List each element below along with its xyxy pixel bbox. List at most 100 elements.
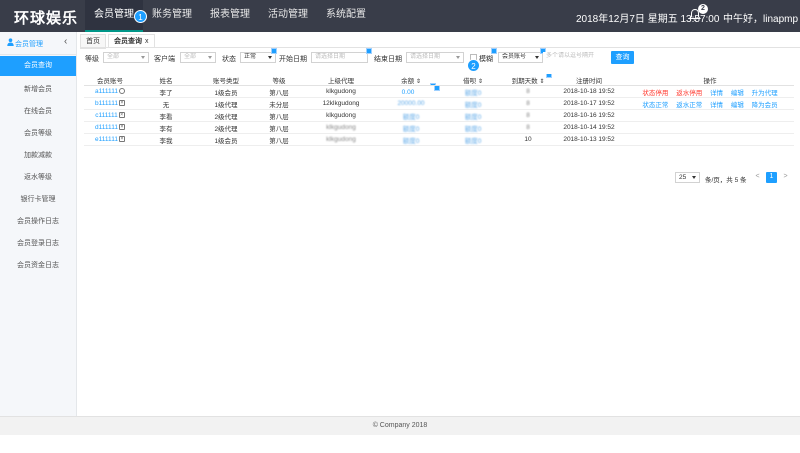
client-select[interactable]: 全部 [180,52,216,63]
page-size-select[interactable]: 25 [675,172,700,183]
top-nav: 会员管理 账务管理 报表管理 活动管理 系统配置 [85,0,375,32]
row-agent: 12klkgudong [302,97,380,110]
account-link[interactable]: e111111 [95,136,118,143]
nav-account-management[interactable]: 账务管理 [143,0,201,32]
row-reg-time: 2018-10-14 19:52 [552,121,626,134]
search-field-select[interactable]: 会员账号 [498,52,543,63]
row-account[interactable]: c111111 × [84,109,136,122]
op-details[interactable]: 详情 [710,102,723,109]
col-account: 会员账号 [84,74,136,86]
row-operations [626,121,794,134]
balance-value[interactable]: 0.00 [402,89,415,96]
row-borrow: 额度0 [442,85,504,98]
nav-activity-management[interactable]: 活动管理 [259,0,317,32]
sidebar-item-online-members[interactable]: 在线会员 [0,102,76,122]
op-demote-member[interactable]: 降为会员 [752,102,778,109]
close-icon[interactable]: x [145,38,149,45]
sidebar-item-add-member[interactable]: 新增会员 [0,80,76,100]
sidebar-item-bank-cards[interactable]: 银行卡管理 [0,190,76,210]
col-days[interactable]: 到期天数 ⇕ [504,74,552,86]
sidebar: 会员管理 ‹ 会员查询 新增会员 在线会员 会员等级 加款减款 返水等级 银行卡… [0,32,77,417]
search-field-value: 会员账号 [502,54,527,60]
row-reg-time: 2018-10-18 19:52 [552,85,626,98]
row-account[interactable]: a111111 [84,85,136,98]
level-select[interactable]: 全部 [103,52,149,63]
row-balance[interactable]: 20000.00 [380,97,442,110]
col-agent: 上级代理 [302,74,380,86]
chevron-down-icon [535,56,539,59]
sort-icon[interactable]: ⇕ [539,79,544,85]
op-disable-status[interactable]: 状态停用 [642,90,668,97]
table-header-row: 会员账号 姓名 账号类型 等级 上级代理 余额 ⇕ 借呗 ⇕ 到期天数 ⇕ 注册… [84,74,794,86]
sort-icon[interactable]: ⇕ [416,79,421,85]
row-name: 李了 [136,85,196,98]
row-name: 李我 [136,133,196,146]
col-balance[interactable]: 余额 ⇕ [380,74,442,86]
row-account[interactable]: d111111 × [84,121,136,134]
tab-member-query[interactable]: 会员查询 x [108,34,155,48]
client-select-value: 全部 [184,54,197,60]
end-date-input[interactable]: 请选择日期 [406,52,464,63]
op-status-normal[interactable]: 状态正常 [642,102,668,109]
row-operations: 状态停用 返水停用 详情 编辑 升为代理 [626,85,794,98]
row-balance[interactable]: 额度0 [380,121,442,134]
annotation-marker-2: 2 [467,59,480,72]
op-details[interactable]: 详情 [710,90,723,97]
tab-member-query-label: 会员查询 [114,38,142,45]
level-select-value: 全部 [107,54,120,60]
sidebar-item-add-deduct[interactable]: 加款减款 [0,146,76,166]
op-rebate-normal[interactable]: 返水正常 [676,102,702,109]
row-agent: klkgudong [302,133,380,146]
bottom-strip [0,435,800,453]
status-select-value: 正常 [244,54,257,60]
sidebar-item-login-log[interactable]: 会员登录日志 [0,234,76,254]
row-account[interactable]: b111111 × [84,97,136,110]
nav-report-management[interactable]: 报表管理 [201,0,259,32]
chevron-down-icon [268,56,272,59]
row-type: 1级会员 [196,85,256,98]
row-days: 8 [504,121,552,134]
annotation-square [271,48,277,54]
account-link[interactable]: c111111 [95,112,118,119]
account-link[interactable]: b111111 [95,100,118,107]
chevron-down-icon [456,56,460,59]
sidebar-item-operation-log[interactable]: 会员操作日志 [0,212,76,232]
next-page-button[interactable]: > [780,172,791,183]
page-1-button[interactable]: 1 [766,172,777,183]
row-days: 8 [504,85,552,98]
col-borrow[interactable]: 借呗 ⇕ [442,74,504,86]
sidebar-item-rebate-levels[interactable]: 返水等级 [0,168,76,188]
row-account[interactable]: e111111 × [84,133,136,146]
status-icon: × [118,136,125,143]
op-disable-rebate[interactable]: 返水停用 [676,90,702,97]
sidebar-item-fund-log[interactable]: 会员资金日志 [0,256,76,276]
annotation-square [366,48,372,54]
row-balance[interactable]: 额度0 [380,133,442,146]
op-edit[interactable]: 编辑 [731,102,744,109]
nav-system-config[interactable]: 系统配置 [317,0,375,32]
row-name: 李有 [136,121,196,134]
copyright-text: © Company 2018 [372,422,428,429]
status-icon: × [118,124,125,131]
sidebar-item-member-query[interactable]: 会员查询 [0,56,76,76]
sort-icon[interactable]: ⇕ [478,79,483,85]
row-type: 2级代理 [196,121,256,134]
op-promote-agent[interactable]: 升为代理 [752,90,778,97]
status-label: 状态 [222,56,236,63]
row-operations [626,109,794,122]
collapse-icon[interactable]: ‹ [64,36,67,47]
tab-divider [80,47,800,48]
row-balance[interactable]: 额度0 [380,109,442,122]
keyword-input[interactable]: 多个请以逗号隔开 [543,52,605,63]
search-button[interactable]: 查询 [611,51,634,64]
user-greeting[interactable]: 中午好，linapmp [723,10,798,25]
start-date-input[interactable]: 请选择日期 [311,52,368,63]
col-reg-time: 注册时间 [552,74,626,86]
end-date-placeholder: 请选择日期 [410,54,441,60]
prev-page-button[interactable]: < [752,172,763,183]
account-link[interactable]: d111111 [95,124,118,131]
start-date-label: 开始日期 [279,56,307,63]
sidebar-item-member-levels[interactable]: 会员等级 [0,124,76,144]
op-edit[interactable]: 编辑 [731,90,744,97]
account-link[interactable]: a111111 [95,88,118,95]
